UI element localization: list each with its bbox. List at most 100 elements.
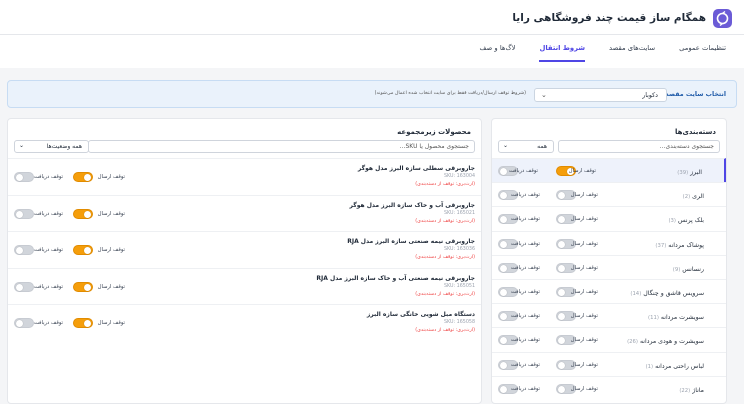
category-count: (37) — [655, 242, 667, 249]
tab-transfer-rules[interactable]: شروط انتقال — [539, 44, 586, 62]
stop-send-toggle[interactable] — [73, 318, 93, 328]
category-label: البرز — [690, 169, 702, 176]
stop-receive-toggle[interactable] — [14, 172, 34, 182]
category-name: سویشرت مردانه (11) — [648, 314, 704, 321]
stop-receive-toggle[interactable] — [14, 281, 34, 292]
product-inherit-note: (ارث‌بری: توقف از دسته‌بندی) — [415, 182, 475, 187]
category-name: پوشاک مردانه (37) — [655, 242, 704, 249]
category-row[interactable]: سویشرت مردانه (11) توقف ارسال توقف دریافت — [492, 303, 726, 327]
product-row: جاروبرقی نیمه صنعتی سازه البرز مدل RJA SK… — [8, 231, 481, 267]
stop-receive-label: توقف دریافت — [33, 247, 63, 253]
header-divider — [0, 34, 744, 35]
stop-receive-toggle[interactable] — [14, 208, 34, 219]
chevron-down-icon: ⌄ — [503, 142, 509, 149]
product-sku: SKU: 165058 — [443, 320, 475, 325]
category-name: لباس راحتی مردانه (1) — [646, 363, 704, 370]
stop-receive-label: توقف دریافت — [33, 174, 63, 180]
product-name: جاروبرقی نیمه صنعتی آب و خاک سازه البرز … — [316, 274, 475, 282]
product-inherit-note: (ارث‌بری: توقف از دسته‌بندی) — [415, 218, 475, 224]
category-row[interactable]: رنسانس (9) توقف ارسال توقف دریافت — [492, 254, 726, 279]
category-name: البرز (39) — [677, 169, 702, 176]
category-row[interactable]: لباس راحتی مردانه (1) توقف ارسال توقف دریا… — [492, 351, 726, 376]
stop-send-label: توقف ارسال — [570, 337, 598, 344]
product-status-filter[interactable]: همه وضعیت‌ها ⌄ — [14, 140, 89, 153]
category-filter-select[interactable]: همه ⌄ — [498, 140, 554, 153]
stop-receive-label: توقف دریافت — [510, 192, 540, 199]
stop-receive-label: توقف دریافت — [510, 361, 540, 368]
product-inherit-note: (ارث‌بری: توقف از دسته‌بندی) — [415, 255, 475, 260]
categories-panel: دسته‌بندی‌ها جستجوی دسته‌بندی... همه ⌄ ا… — [491, 118, 727, 404]
stop-send-toggle[interactable] — [73, 245, 93, 255]
stop-send-label: توقف ارسال — [97, 210, 125, 217]
category-count: (26) — [627, 339, 638, 346]
category-name: رنسانس (9) — [673, 266, 704, 273]
category-name: بلک پرنس (3) — [668, 217, 704, 224]
category-label: الری — [692, 193, 704, 201]
category-label: پوشاک مردانه — [668, 241, 704, 249]
product-search-input[interactable]: جستجوی محصول یا SKU... — [88, 140, 475, 153]
category-count: (22) — [679, 387, 691, 394]
stop-send-label: توقف ارسال — [570, 361, 598, 368]
stop-receive-label: توقف دریافت — [508, 168, 538, 174]
product-row: دستگاه مبل شویی خانگی سازه البرز SKU: 165… — [8, 304, 481, 340]
stop-send-label: توقف ارسال — [97, 320, 125, 326]
destination-bar: انتخاب سایت مقصد: دکوبار ⌄ (شروط توقف ار… — [7, 80, 737, 108]
category-filter-value: همه — [537, 143, 547, 150]
category-row[interactable]: پوشاک مردانه (37) توقف ارسال توقف دریافت — [492, 230, 726, 255]
category-row[interactable]: سرویس قاشق و چنگال (14) توقف ارسال توقف در… — [492, 279, 726, 303]
category-row[interactable]: سویشرت و هودی مردانه (26) توقف ارسال توقف … — [492, 327, 726, 351]
stop-receive-label: توقف دریافت — [510, 385, 540, 392]
product-row: جاروبرقی نیمه صنعتی آب و خاک سازه البرز … — [8, 267, 481, 304]
product-name: جاروبرقی نیمه صنعتی سازه البرز مدل RJA — [347, 238, 475, 245]
category-row[interactable]: ماناژ (22) توقف ارسال توقف دریافت — [492, 375, 726, 400]
product-name: دستگاه مبل شویی خانگی سازه البرز — [366, 311, 475, 318]
stop-send-label: توقف ارسال — [570, 313, 598, 320]
stop-send-label: توقف ارسال — [570, 385, 598, 392]
category-row[interactable]: الری (2) توقف ارسال توقف دریافت — [492, 182, 726, 206]
product-sku: SKU: 163036 — [443, 247, 475, 252]
stop-send-label: توقف ارسال — [97, 247, 125, 253]
tab-destination-sites[interactable]: سایت‌های مقصد — [609, 44, 655, 62]
stop-receive-toggle[interactable] — [14, 318, 34, 328]
stop-send-toggle[interactable] — [73, 281, 93, 292]
stop-receive-label: توقف دریافت — [33, 210, 63, 217]
category-row[interactable]: البرز (39) توقف ارسال توقف دریافت — [492, 158, 726, 182]
tab-general-settings[interactable]: تنظیمات عمومی — [679, 44, 726, 62]
category-name: الری (2) — [683, 193, 704, 200]
category-name: سرویس قاشق و چنگال (14) — [630, 290, 704, 297]
stop-receive-label: توقف دریافت — [510, 313, 540, 320]
category-label: سرویس قاشق و چنگال — [643, 290, 704, 297]
stop-send-label: توقف ارسال — [97, 174, 125, 180]
stop-receive-label: توقف دریافت — [510, 289, 540, 295]
stop-receive-toggle[interactable] — [14, 245, 34, 255]
destination-select[interactable]: دکوبار ⌄ — [534, 88, 667, 102]
product-sku: SKU: 165051 — [443, 283, 475, 289]
destination-label: انتخاب سایت مقصد: — [662, 91, 726, 98]
destination-select-value: دکوبار — [642, 92, 658, 99]
stop-receive-label: توقف دریافت — [510, 240, 540, 247]
product-sku: SKU: 163004 — [443, 174, 475, 179]
stop-send-label: توقف ارسال — [570, 240, 598, 247]
stop-send-label: توقف ارسال — [570, 192, 598, 199]
stop-send-label: توقف ارسال — [568, 168, 596, 174]
category-label: سویشرت مردانه — [660, 314, 704, 322]
products-panel: محصولات زیرمجموعه جستجوی محصول یا SKU...… — [7, 118, 482, 404]
product-inherit-note: (ارث‌بری: توقف از دسته‌بندی) — [415, 291, 475, 297]
tab-bar: تنظیمات عمومی سایت‌های مقصد شروط انتقال … — [479, 44, 726, 62]
category-name: ماناژ (22) — [679, 387, 704, 394]
category-label: سویشرت و هودی مردانه — [639, 338, 704, 346]
category-search-input[interactable]: جستجوی دسته‌بندی... — [558, 140, 720, 153]
destination-note: (شروط توقف ارسال/دریافت فقط برای سایت ان… — [374, 91, 526, 96]
tab-logs-queue[interactable]: لاگ‌ها و صف — [479, 44, 515, 62]
app-header: همگام ساز قیمت چند فروشگاهی رایا تنظیمات… — [0, 0, 744, 68]
stop-send-toggle[interactable] — [73, 208, 93, 219]
categories-title: دسته‌بندی‌ها — [674, 128, 716, 136]
stop-receive-label: توقف دریافت — [33, 320, 63, 326]
stop-send-label: توقف ارسال — [570, 289, 598, 295]
stop-receive-label: توقف دریافت — [510, 264, 540, 271]
category-label: رنسانس — [682, 265, 704, 273]
product-inherit-note: (ارث‌بری: توقف از دسته‌بندی) — [415, 328, 475, 333]
product-sku: SKU: 165021 — [443, 210, 475, 216]
stop-send-toggle[interactable] — [73, 172, 93, 182]
category-row[interactable]: بلک پرنس (3) توقف ارسال توقف دریافت — [492, 206, 726, 230]
